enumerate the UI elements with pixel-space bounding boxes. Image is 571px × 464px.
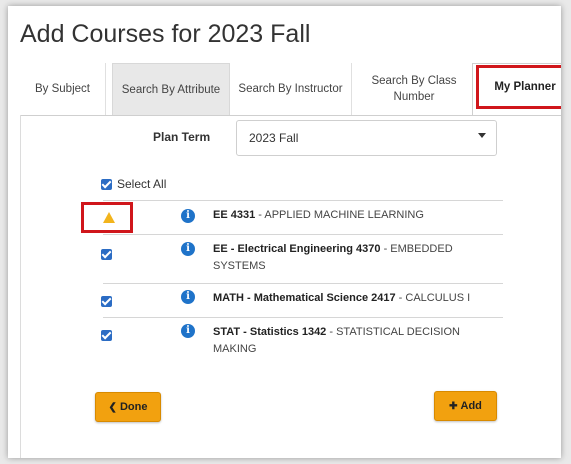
plan-term-select[interactable]: 2023 Fall: [236, 120, 497, 156]
course-code: STAT - Statistics 1342: [213, 326, 327, 338]
done-button-label: Done: [119, 401, 148, 413]
course-item: EE 4331 - APPLIED MACHINE LEARNING: [213, 207, 503, 224]
row-divider: [103, 283, 503, 284]
plan-term-value: 2023 Fall: [249, 131, 299, 145]
plus-icon: ✚: [449, 400, 458, 412]
course-checkbox[interactable]: [101, 249, 112, 260]
row-divider: [103, 317, 503, 318]
info-icon[interactable]: i: [181, 209, 195, 223]
tab-search-by-attribute[interactable]: Search By Attribute: [112, 63, 230, 115]
tab-search-by-class-number[interactable]: Search By Class Number: [358, 63, 470, 115]
done-button[interactable]: ❮ Done: [95, 392, 161, 422]
course-title: - APPLIED MACHINE LEARNING: [255, 209, 424, 221]
row-divider: [103, 234, 503, 235]
select-all-label: Select All: [117, 177, 167, 191]
course-item: STAT - Statistics 1342 - STATISTICAL DEC…: [213, 324, 503, 358]
plan-term-label: Plan Term: [153, 130, 211, 144]
add-button[interactable]: ✚ Add: [434, 391, 497, 421]
info-icon[interactable]: i: [181, 242, 195, 256]
course-code: EE 4331: [213, 209, 256, 221]
tab-my-planner[interactable]: My Planner: [476, 65, 561, 109]
chevron-left-icon: ❮: [108, 401, 117, 413]
chevron-down-icon: [478, 133, 486, 138]
add-courses-window: Add Courses for 2023 Fall By Subject Sea…: [8, 6, 561, 458]
warning-icon: [103, 212, 115, 223]
page-title: Add Courses for 2023 Fall: [20, 20, 311, 48]
info-icon[interactable]: i: [181, 290, 195, 304]
course-item: EE - Electrical Engineering 4370 - EMBED…: [213, 241, 503, 275]
course-checkbox[interactable]: [101, 296, 112, 307]
warning-indicator[interactable]: [81, 202, 133, 233]
course-code: MATH - Mathematical Science 2417: [213, 292, 396, 304]
tab-bar: By Subject Search By Attribute Search By…: [20, 63, 561, 116]
course-item: MATH - Mathematical Science 2417 - CALCU…: [213, 290, 503, 307]
tab-by-subject[interactable]: By Subject: [20, 63, 106, 115]
row-divider: [103, 200, 503, 201]
info-icon[interactable]: i: [181, 324, 195, 338]
course-checkbox[interactable]: [101, 330, 112, 341]
tab-search-by-instructor[interactable]: Search By Instructor: [230, 63, 352, 115]
add-button-label: Add: [460, 400, 482, 412]
course-title: - CALCULUS I: [395, 292, 471, 304]
select-all-checkbox[interactable]: [101, 179, 112, 190]
course-code: EE - Electrical Engineering 4370: [213, 243, 381, 255]
